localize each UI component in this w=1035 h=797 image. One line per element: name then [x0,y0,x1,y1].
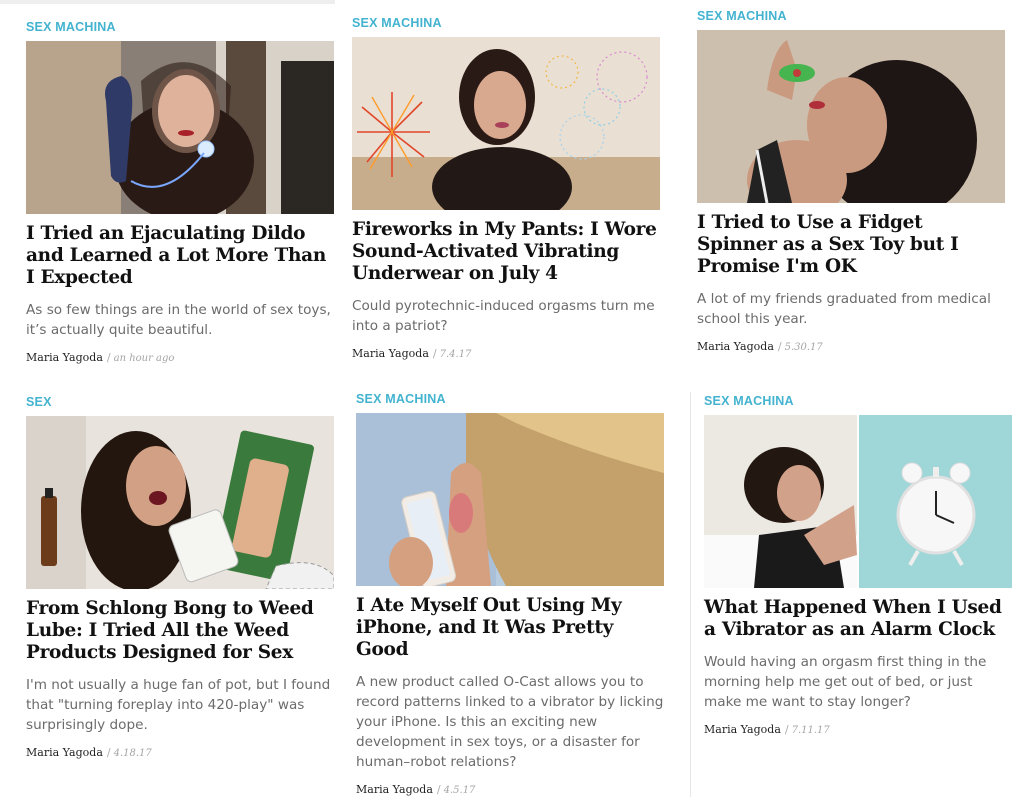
top-divider [0,0,335,4]
article-thumbnail[interactable] [26,416,334,589]
byline-separator: / [777,340,782,353]
article-dek: A new product called O-Cast allows you t… [356,674,664,770]
article-card: SEX MACHINA Fireworks in My Pants: I Wor… [352,16,660,360]
category-link[interactable]: SEX [26,395,334,409]
byline: Maria Yagoda / an hour ago [26,351,334,364]
article-dek: A lot of my friends graduated from medic… [697,291,991,327]
article-thumbnail[interactable] [697,30,1005,203]
byline: Maria Yagoda/4.18.17 [26,746,334,759]
article-date: 7.11.17 [791,725,830,736]
author-link[interactable]: Maria Yagoda [26,746,103,759]
article-dek: I'm not usually a huge fan of pot, but I… [26,677,331,733]
author-link[interactable]: Maria Yagoda [352,347,429,360]
author-link[interactable]: Maria Yagoda [356,783,433,796]
author-link[interactable]: Maria Yagoda [704,723,781,736]
article-thumbnail[interactable] [704,415,1012,588]
category-link[interactable]: SEX MACHINA [26,20,334,34]
article-card: SEX MACHINA I Ate Myself Out Using My iP… [356,392,664,796]
article-date: 5.30.17 [784,342,823,353]
byline-separator: / [106,746,111,759]
article-thumbnail[interactable] [352,37,660,210]
category-link[interactable]: SEX MACHINA [356,392,664,406]
byline: Maria Yagoda/7.11.17 [704,723,1012,736]
article-date: 4.18.17 [113,748,152,759]
byline-separator: / [106,351,111,364]
article-dek: Would having an orgasm first thing in th… [704,654,987,710]
author-link[interactable]: Maria Yagoda [697,340,774,353]
article-title-link[interactable]: I Tried to Use a Fidget Spinner as a Sex… [697,212,1005,278]
category-link[interactable]: SEX MACHINA [704,394,1012,408]
article-thumbnail[interactable] [356,413,664,586]
byline: Maria Yagoda/4.5.17 [356,783,664,796]
byline: Maria Yagoda/5.30.17 [697,340,1005,353]
article-date: 4.5.17 [443,785,476,796]
article-card: SEX MACHINA I Tried an Ejaculating Dildo… [26,20,334,364]
article-card: SEX MACHINA I Tried to Use a Fidget Spin… [697,9,1005,353]
byline: Maria Yagoda/7.4.17 [352,347,660,360]
article-date: an hour ago [113,353,175,364]
article-date: 7.4.17 [439,349,472,360]
article-card: SEX MACHINA What Happened When I Used a … [704,394,1012,736]
article-title-link[interactable]: From Schlong Bong to Weed Lube: I Tried … [26,598,334,664]
article-dek: Could pyrotechnic-induced orgasms turn m… [352,298,655,334]
article-title-link[interactable]: I Tried an Ejaculating Dildo and Learned… [26,223,334,289]
article-title-link[interactable]: I Ate Myself Out Using My iPhone, and It… [356,595,664,661]
byline-separator: / [432,347,437,360]
byline-separator: / [436,783,441,796]
column-divider [690,392,691,797]
article-title-link[interactable]: What Happened When I Used a Vibrator as … [704,597,1012,641]
article-dek: As so few things are in the world of sex… [26,302,331,338]
author-link[interactable]: Maria Yagoda [26,351,103,364]
article-title-link[interactable]: Fireworks in My Pants: I Wore Sound-Acti… [352,219,660,285]
category-link[interactable]: SEX MACHINA [697,9,1005,23]
article-thumbnail[interactable] [26,41,334,214]
article-card: SEX From Schlong Bong to Weed Lube: I Tr… [26,395,334,759]
byline-separator: / [784,723,789,736]
category-link[interactable]: SEX MACHINA [352,16,660,30]
